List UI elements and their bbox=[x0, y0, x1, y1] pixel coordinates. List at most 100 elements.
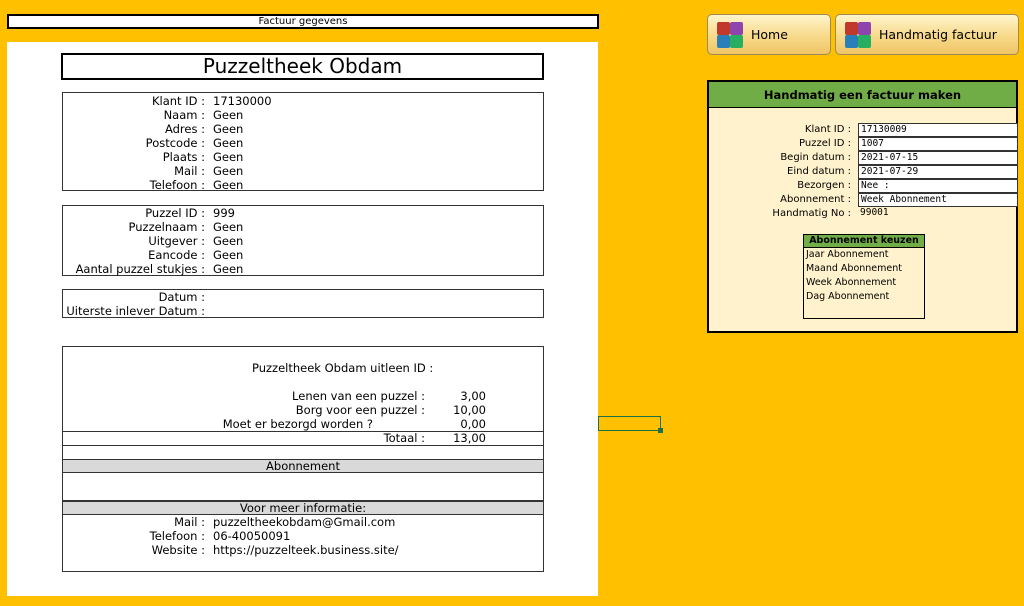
panel-field-row: Eind datum : 2021-07-29 bbox=[709, 165, 1018, 179]
panel-field-row: Klant ID : 17130009 bbox=[709, 123, 1018, 137]
cost-label: Lenen van een puzzel : bbox=[292, 389, 425, 403]
customer-row: Klant ID : 17130000 bbox=[63, 94, 543, 108]
manual-invoice-panel: Handmatig een factuur maken Klant ID : 1… bbox=[707, 80, 1018, 333]
manual-no-value: 99001 bbox=[860, 207, 889, 218]
info-label: Website : bbox=[151, 543, 205, 557]
customer-info-box: Klant ID : 17130000 Naam : Geen Adres : Gee… bbox=[62, 92, 544, 192]
selected-cell[interactable] bbox=[598, 416, 663, 433]
customer-value: Geen bbox=[213, 122, 244, 136]
puzzle-label: Uitgever : bbox=[148, 234, 205, 248]
puzzle-pieces-icon bbox=[717, 21, 743, 48]
puzzle-row: Uitgever : Geen bbox=[63, 234, 543, 248]
cost-line: Moet er bezorgd worden ? 0,00 bbox=[63, 417, 543, 431]
customer-id-input[interactable]: 17130009 bbox=[858, 123, 1018, 137]
panel-field-label: Bezorgen : bbox=[797, 180, 851, 191]
cost-amount: 0,00 bbox=[460, 417, 486, 431]
subscription-input[interactable]: Week Abonnement bbox=[858, 193, 1018, 207]
customer-row: Adres : Geen bbox=[63, 122, 543, 136]
total-label: Totaal : bbox=[383, 431, 425, 445]
puzzle-row: Aantal puzzel stukjes : Geen bbox=[63, 262, 543, 276]
sheet-title-bar: Factuur gegevens bbox=[7, 14, 599, 29]
subscription-choice-list: Abonnement keuzen Jaar Abonnement Maand … bbox=[803, 234, 925, 319]
costs-box: Puzzeltheek Obdam uitleen ID : Lenen van… bbox=[62, 346, 544, 572]
customer-label: Plaats : bbox=[162, 150, 205, 164]
customer-value: Geen bbox=[213, 164, 244, 178]
puzzle-value: 999 bbox=[213, 206, 235, 220]
manual-invoice-button-label: Handmatig factuur bbox=[879, 27, 997, 42]
loan-id-label: Puzzeltheek Obdam uitleen ID : bbox=[252, 361, 434, 375]
end-date-input[interactable]: 2021-07-29 bbox=[858, 165, 1018, 179]
customer-row: Postcode : Geen bbox=[63, 136, 543, 150]
info-value: 06-40050091 bbox=[213, 529, 291, 543]
customer-label: Postcode : bbox=[145, 136, 205, 150]
panel-field-label: Begin datum : bbox=[780, 152, 851, 163]
customer-label: Telefoon : bbox=[149, 178, 205, 192]
puzzle-value: Geen bbox=[213, 248, 244, 262]
customer-row: Naam : Geen bbox=[63, 108, 543, 122]
panel-field-label: Abonnement : bbox=[780, 194, 851, 205]
puzzle-value: Geen bbox=[213, 220, 244, 234]
cost-line: Borg voor een puzzel : 10,00 bbox=[63, 403, 543, 417]
puzzle-row: Puzzel ID : 999 bbox=[63, 206, 543, 220]
panel-field-label: Puzzel ID : bbox=[799, 138, 851, 149]
customer-label: Klant ID : bbox=[151, 94, 205, 108]
customer-row: Telefoon : Geen bbox=[63, 178, 543, 192]
customer-label: Adres : bbox=[164, 122, 205, 136]
puzzle-row: Eancode : Geen bbox=[63, 248, 543, 262]
puzzle-label: Eancode : bbox=[148, 248, 205, 262]
panel-field-row: Puzzel ID : 1007 bbox=[709, 137, 1018, 151]
customer-label: Mail : bbox=[174, 164, 205, 178]
home-button[interactable]: Home bbox=[707, 14, 831, 55]
customer-value: Geen bbox=[213, 108, 244, 122]
customer-row: Plaats : Geen bbox=[63, 150, 543, 164]
shop-name-title: Puzzeltheek Obdam bbox=[61, 53, 544, 80]
puzzle-label: Puzzel ID : bbox=[145, 206, 205, 220]
info-value: https://puzzelteek.business.site/ bbox=[213, 543, 399, 557]
total-row: Totaal : 13,00 bbox=[63, 431, 543, 445]
puzzle-label: Aantal puzzel stukjes : bbox=[75, 262, 205, 276]
cost-line: Lenen van een puzzel : 3,00 bbox=[63, 389, 543, 403]
panel-field-row: Handmatig No : 99001 bbox=[709, 207, 1016, 220]
delivery-input[interactable]: Nee : bbox=[858, 179, 1018, 193]
info-row: Mail : puzzeltheekobdam@Gmail.com bbox=[63, 515, 543, 529]
subscription-list-title: Abonnement keuzen bbox=[804, 235, 924, 248]
info-label: Telefoon : bbox=[149, 529, 205, 543]
puzzle-label: Puzzelnaam : bbox=[128, 220, 205, 234]
cost-label: Borg voor een puzzel : bbox=[295, 403, 425, 417]
info-row: Telefoon : 06-40050091 bbox=[63, 529, 543, 543]
begin-date-input[interactable]: 2021-07-15 bbox=[858, 151, 1018, 165]
divider bbox=[63, 445, 543, 446]
manual-invoice-button[interactable]: Handmatig factuur bbox=[835, 14, 1019, 55]
info-label: Mail : bbox=[174, 515, 205, 529]
panel-field-row: Bezorgen : Nee : bbox=[709, 179, 1018, 193]
deadline-row: Uiterste inlever Datum : bbox=[63, 304, 543, 318]
panel-title: Handmatig een factuur maken bbox=[709, 82, 1016, 108]
panel-field-label: Eind datum : bbox=[787, 166, 851, 177]
panel-field-label: Klant ID : bbox=[804, 124, 851, 135]
subscription-option[interactable]: Dag Abonnement bbox=[804, 290, 924, 304]
cost-amount: 10,00 bbox=[453, 403, 486, 417]
manual-no-label: Handmatig No : bbox=[772, 208, 851, 219]
subscription-option[interactable]: Jaar Abonnement bbox=[804, 248, 924, 262]
total-amount: 13,00 bbox=[453, 431, 486, 445]
panel-field-row: Abonnement : Week Abonnement bbox=[709, 193, 1018, 207]
dates-box: Datum : Uiterste inlever Datum : bbox=[62, 289, 544, 318]
cost-amount: 3,00 bbox=[460, 389, 486, 403]
puzzle-info-box: Puzzel ID : 999 Puzzelnaam : Geen Uitgever… bbox=[62, 205, 544, 276]
puzzle-pieces-icon bbox=[845, 21, 871, 48]
puzzle-id-input[interactable]: 1007 bbox=[858, 137, 1018, 151]
subscription-option[interactable]: Maand Abonnement bbox=[804, 262, 924, 276]
cost-label: Moet er bezorgd worden ? bbox=[222, 417, 373, 431]
home-button-label: Home bbox=[751, 27, 788, 42]
customer-value: Geen bbox=[213, 178, 244, 192]
info-value: puzzeltheekobdam@Gmail.com bbox=[213, 515, 396, 529]
panel-field-row: Begin datum : 2021-07-15 bbox=[709, 151, 1018, 165]
info-row: Website : https://puzzelteek.business.sit… bbox=[63, 543, 543, 557]
loan-id-row: Puzzeltheek Obdam uitleen ID : bbox=[63, 361, 543, 375]
subscription-option[interactable]: Week Abonnement bbox=[804, 276, 924, 290]
customer-value: 17130000 bbox=[213, 94, 272, 108]
customer-row: Mail : Geen bbox=[63, 164, 543, 178]
info-header: Voor meer informatie: bbox=[63, 501, 543, 515]
puzzle-value: Geen bbox=[213, 234, 244, 248]
customer-value: Geen bbox=[213, 150, 244, 164]
